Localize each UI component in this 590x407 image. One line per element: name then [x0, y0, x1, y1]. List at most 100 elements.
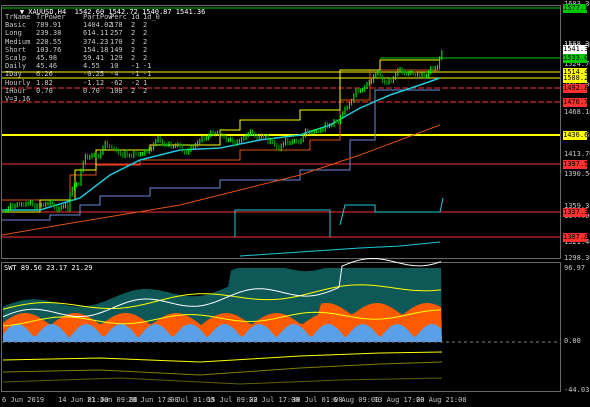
- column-header: PartPow: [83, 13, 113, 21]
- signal-line: [2, 351, 443, 363]
- column-header: TrName: [5, 13, 31, 21]
- table-cell: 178: [110, 21, 123, 30]
- price-axis-label: 1298.30: [564, 254, 590, 262]
- table-cell: 149: [110, 45, 123, 54]
- table-row: Short 103.76 154.18 149 2 2: [5, 46, 157, 54]
- table-cell: 2: [131, 37, 136, 46]
- table-row: Long 239.38 614.11 257 2 2: [5, 29, 157, 37]
- table-cell: 154.18: [83, 45, 109, 54]
- price-level-tag: 1436.60: [563, 131, 590, 140]
- date-axis-label: 6 Aug 09:00: [333, 396, 380, 404]
- table-cell: 0.70: [36, 86, 53, 95]
- table-cell: 2: [143, 21, 148, 30]
- indicator-title: SWT 89.56 23.17 21.29: [4, 264, 93, 272]
- price-level-tag: 1476.75: [563, 98, 590, 107]
- date-axis-label: 6 Jun 2019: [2, 396, 45, 404]
- table-cell: 100: [110, 86, 123, 95]
- table-cell: -1: [143, 70, 152, 79]
- table-cell: 129: [110, 53, 123, 62]
- table-cell: 170: [110, 37, 123, 46]
- price-level-tag: 1533.00: [563, 54, 590, 63]
- table-cell: Short: [5, 45, 27, 54]
- table-cell: Long: [5, 29, 22, 38]
- table-cell: 789.91: [36, 21, 62, 30]
- table-cell: 2: [131, 21, 136, 30]
- table-cell: 2: [143, 45, 148, 54]
- table-row: Basic 789.91 1404.02 178 2 2: [5, 21, 157, 29]
- table-cell: 239.38: [36, 29, 62, 38]
- column-header: TrPower: [36, 13, 66, 21]
- price-axis-label: 1390.50: [564, 170, 590, 178]
- table-cell: 2: [143, 37, 148, 46]
- table-cell: 1.82: [36, 78, 53, 87]
- price-level-tag: 1397.50: [563, 160, 590, 169]
- price-level-tag: 1492.85: [563, 84, 590, 93]
- table-footer: V=3.16: [5, 95, 157, 103]
- column-header: Perc: [110, 13, 127, 21]
- table-cell: 2: [131, 45, 136, 54]
- table-cell: -1: [143, 62, 152, 71]
- table-cell: -1: [131, 70, 140, 79]
- table-cell: 0.70: [83, 86, 100, 95]
- table-row: Daily 45.46 4.55 10 -1 -1: [5, 62, 157, 70]
- table-row: Hourly 1.82 -1.12 -62 -2 1: [5, 79, 157, 87]
- table-cell: IHour: [5, 86, 27, 95]
- table-cell: 6.26: [36, 70, 53, 79]
- price-level-tag: 1307.80: [563, 233, 590, 242]
- table-cell: 2: [143, 29, 148, 38]
- table-cell: 2: [143, 53, 148, 62]
- trend-power-table: TrName TrPower PartPow Perc 1d 1d_0 Basi…: [5, 13, 160, 103]
- indicator-axis-min: -44.03: [564, 386, 590, 394]
- channel-line: [234, 209, 331, 237]
- indicator-axis-zero: 0.00: [564, 337, 581, 345]
- table-cell: 59.41: [83, 53, 105, 62]
- table-cell: 2: [143, 86, 148, 95]
- indicator-axis-max: 96.97: [564, 264, 586, 272]
- table-cell: 4.55: [83, 62, 100, 71]
- table-cell: 614.11: [83, 29, 109, 38]
- table-cell: -62: [110, 78, 123, 87]
- table-cell: Medium: [5, 37, 31, 46]
- table-cell: Daily: [5, 62, 27, 71]
- table-cell: 10: [110, 62, 119, 71]
- table-cell: Hourly: [5, 78, 31, 87]
- column-header: 1d: [131, 13, 140, 21]
- table-header-row: TrName TrPower PartPow Perc 1d 1d_0: [5, 13, 160, 21]
- column-header: 1d_0: [143, 13, 160, 21]
- table-cell: -1: [131, 62, 140, 71]
- price-axis-label: 1468.10: [564, 108, 590, 116]
- table-cell: 2: [131, 86, 136, 95]
- table-cell: IDay: [5, 70, 22, 79]
- volatility-value: V=3.16: [5, 94, 31, 103]
- table-row: IDay 6.26 -0.25 -4 -1 -1: [5, 70, 157, 78]
- date-axis-label: 20 Aug 21:00: [416, 396, 467, 404]
- signal-line: [2, 377, 443, 385]
- table-cell: 220.55: [36, 37, 62, 46]
- table-cell: 2: [131, 29, 136, 38]
- table-cell: 1404.02: [83, 21, 113, 30]
- table-cell: 257: [110, 29, 123, 38]
- table-row: Medium 220.55 374.23 170 2 2: [5, 38, 157, 46]
- signal-line: [2, 361, 443, 376]
- table-cell: -0.25: [83, 70, 105, 79]
- table-cell: 45.98: [36, 53, 58, 62]
- table-cell: 1: [143, 78, 148, 87]
- table-cell: -1.12: [83, 78, 105, 87]
- table-cell: 2: [131, 53, 136, 62]
- table-cell: Scalp: [5, 53, 27, 62]
- table-cell: -2: [131, 78, 140, 87]
- price-level-tag: 1508.20: [563, 74, 590, 83]
- table-row: IHour 0.70 0.70 100 2 2: [5, 87, 157, 95]
- trading-chart-window: ▼ XAUUSD,H4 1542.60 1542.72 1540.87 1541…: [0, 0, 590, 407]
- table-cell: 374.23: [83, 37, 109, 46]
- long-ma-line: [239, 241, 441, 257]
- table-cell: 103.76: [36, 45, 62, 54]
- table-cell: Basic: [5, 21, 27, 30]
- price-axis-label: 1413.70: [564, 150, 590, 158]
- price-level-tag: 1577.15: [563, 4, 590, 13]
- price-level-tag: 1541.36: [563, 45, 590, 54]
- table-row: Scalp 45.98 59.41 129 2 2: [5, 54, 157, 62]
- table-cell: -4: [110, 70, 119, 79]
- table-cell: 45.46: [36, 62, 58, 71]
- price-level-tag: 1337.35: [563, 208, 590, 217]
